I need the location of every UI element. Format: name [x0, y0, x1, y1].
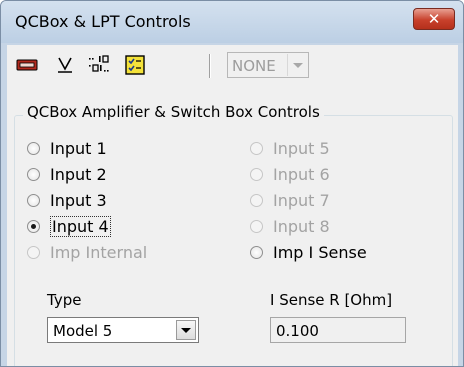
port-select-dropdown[interactable]: NONE [227, 52, 309, 78]
radio-label: Imp I Sense [273, 242, 367, 262]
type-select-value: Model 5 [53, 322, 113, 340]
chevron-down-icon [181, 328, 191, 333]
radio-label: Input 5 [273, 138, 330, 158]
radio-imp-i-sense[interactable]: Imp I Sense [250, 241, 367, 263]
radio-label: Input 7 [273, 190, 330, 210]
lpt-port-icon[interactable] [15, 53, 39, 77]
radio-input-4[interactable]: Input 4 [27, 215, 111, 237]
isense-label: I Sense R [Ohm] [270, 291, 393, 309]
dialog-window: QCBox & LPT Controls ✕ NONE QCBox Amplif… [0, 0, 464, 367]
radio-input-5[interactable]: Input 5 [250, 137, 330, 159]
groupbox-title: QCBox Amplifier & Switch Box Controls [23, 103, 324, 121]
radio-input-6[interactable]: Input 6 [250, 163, 330, 185]
radio-input-3[interactable]: Input 3 [27, 189, 107, 211]
close-icon: ✕ [427, 10, 441, 28]
window-title: QCBox & LPT Controls [15, 12, 191, 31]
dialog-client-area: NONE QCBox Amplifier & Switch Box Contro… [7, 45, 458, 366]
isense-resistance-field[interactable]: 0.100 [270, 317, 406, 343]
voltage-icon[interactable] [53, 53, 77, 77]
toolbar-separator [209, 54, 211, 78]
radio-label: Input 6 [273, 164, 330, 184]
radio-button-icon [250, 167, 263, 181]
radio-button-checked-icon [27, 219, 40, 233]
port-select-value: NONE [232, 57, 276, 75]
radio-button-icon [250, 245, 263, 259]
radio-label: Input 3 [50, 190, 107, 210]
checklist-icon[interactable] [123, 53, 147, 77]
title-bar[interactable]: QCBox & LPT Controls ✕ [1, 1, 463, 43]
chevron-down-icon [293, 63, 303, 68]
radio-button-icon [27, 167, 40, 181]
radio-input-1[interactable]: Input 1 [27, 137, 107, 159]
type-label: Type [47, 291, 82, 309]
radio-input-8[interactable]: Input 8 [250, 215, 330, 237]
close-button[interactable]: ✕ [413, 8, 455, 30]
port-select-arrow-button[interactable] [287, 54, 307, 76]
radio-input-7[interactable]: Input 7 [250, 189, 330, 211]
radio-button-icon [27, 141, 40, 155]
radio-button-icon [250, 193, 263, 207]
radio-label: Input 4 [50, 215, 111, 237]
radio-button-icon [250, 219, 263, 233]
type-select-arrow-button[interactable] [176, 320, 196, 340]
radio-button-icon [27, 245, 40, 259]
radio-label: Imp Internal [50, 242, 148, 262]
type-select[interactable]: Model 5 [47, 317, 199, 343]
radio-imp-internal[interactable]: Imp Internal [27, 241, 147, 263]
radio-button-icon [250, 141, 263, 155]
radio-label: Input 1 [50, 138, 107, 158]
binary-counter-icon[interactable] [87, 53, 111, 77]
radio-input-2[interactable]: Input 2 [27, 163, 107, 185]
radio-label: Input 8 [273, 216, 330, 236]
radio-button-icon [27, 193, 40, 207]
isense-resistance-value: 0.100 [276, 322, 319, 340]
radio-label: Input 2 [50, 164, 107, 184]
toolbar: NONE [7, 45, 458, 85]
